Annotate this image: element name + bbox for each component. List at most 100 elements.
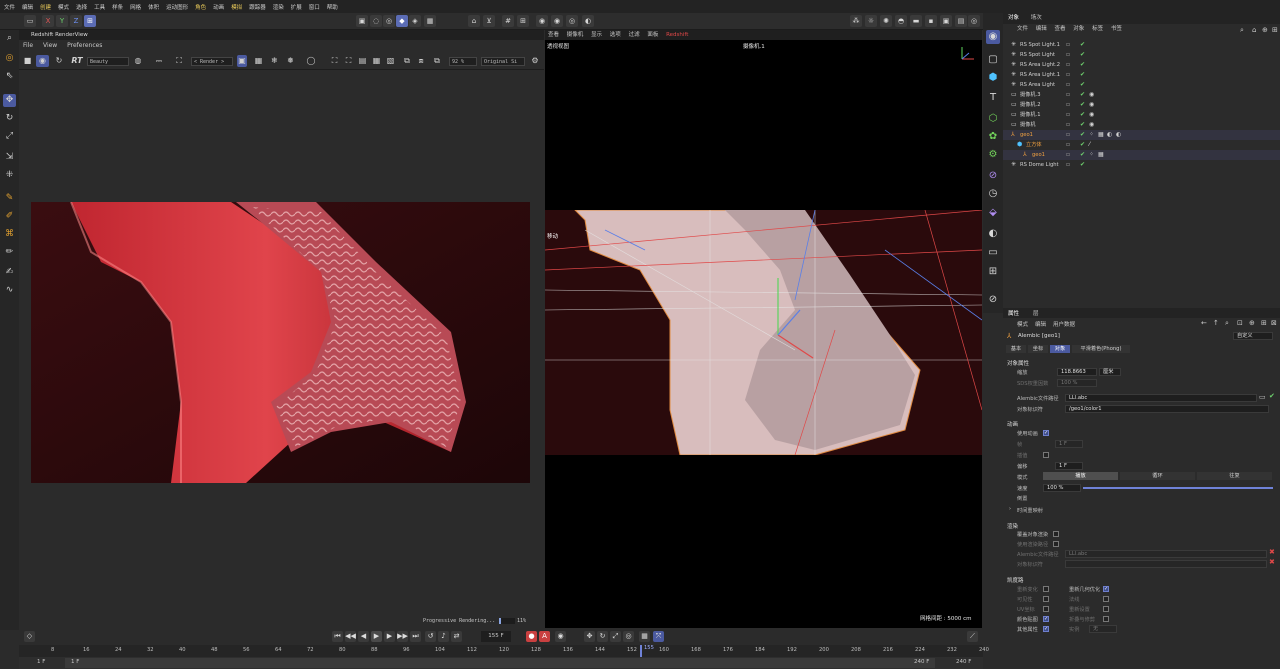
mode-pingpong[interactable]: 往复 (1197, 472, 1272, 480)
sound-icon[interactable]: ♪ (438, 631, 449, 642)
menu-item-3[interactable]: 模式 (58, 3, 69, 11)
scene-icon[interactable]: ⊞ (986, 265, 1000, 279)
layer-icon[interactable]: ▫ (1066, 50, 1070, 60)
snap-move-icon[interactable]: ⁜ (3, 169, 16, 182)
om-menu-file[interactable]: 文件 (1017, 26, 1028, 32)
magnet-icon[interactable]: ∿ (3, 284, 16, 297)
volume-icon[interactable]: ⬙ (986, 206, 1000, 220)
menu-item-15[interactable]: 扩展 (291, 3, 302, 11)
mode-play[interactable]: 播放 (1043, 472, 1118, 480)
viewport-panel[interactable]: 查看 摄像机 显示 选项 过滤 面板 Redshift 透视视图 摄像机.1 移… (545, 30, 982, 628)
gen-right-checkbox[interactable] (1103, 616, 1109, 622)
snowflake-icon[interactable]: ❄ (269, 55, 280, 67)
tag-icon[interactable]: ⁘ (1089, 130, 1094, 140)
camera-tag-icon[interactable]: ◉ (1089, 110, 1094, 120)
menu-item-6[interactable]: 样条 (112, 3, 123, 11)
speed-slider[interactable] (1083, 487, 1273, 489)
interp-checkbox[interactable] (1043, 452, 1049, 458)
fps-icon[interactable]: ⇄ (451, 631, 462, 642)
tab-attributes[interactable]: 属性 (1008, 309, 1019, 317)
menu-item-12[interactable]: 模拟 (231, 3, 242, 11)
viewport-scene[interactable]: 移动 (545, 210, 982, 455)
r-object-id-clear-icon[interactable]: ✖ (1269, 558, 1275, 566)
vp-menu-display[interactable]: 显示 (591, 32, 602, 38)
brush-icon[interactable]: ✏ (3, 246, 16, 259)
layer-icon[interactable]: ▫ (1066, 100, 1070, 110)
timeline-ruler[interactable]: 8 16 24 32 40 48 56 64 72 80 88 96 104 112 120 128 136 14… (19, 645, 989, 657)
key-pos-icon[interactable]: ✥ (584, 631, 595, 642)
snowflake-alt-icon[interactable]: ❅ (285, 55, 296, 67)
object-row[interactable]: ✳ RS Area Light ▫ ✔ (1003, 80, 1280, 90)
camera-icon[interactable]: ▪ (925, 15, 937, 27)
om-new-icon[interactable]: ⊕ (1262, 26, 1268, 34)
z-axis-lock-icon[interactable]: Z (70, 15, 82, 27)
lock-attr-icon[interactable]: ⊡ (1237, 319, 1243, 327)
aov-select[interactable]: Beauty (87, 57, 129, 66)
uv-mode-icon[interactable]: ◈ (409, 15, 421, 27)
rt-toggle[interactable]: RT (69, 55, 85, 67)
menu-item-4[interactable]: 选择 (76, 3, 87, 11)
range-end-right[interactable]: 240 F (956, 659, 971, 665)
layer-icon[interactable]: ▫ (1066, 60, 1070, 70)
generator-icon[interactable]: ⬡ (986, 112, 1000, 126)
sds-input[interactable]: 100 % (1057, 379, 1097, 387)
use-anim-checkbox[interactable]: ✓ (1043, 430, 1049, 436)
object-row[interactable]: ✳ RS Area Light.2 ▫ ✔ (1003, 60, 1280, 70)
render-image[interactable] (31, 202, 530, 483)
object-row[interactable]: ⬢ 立方体 ▫ ✔ ⁄ (1003, 140, 1280, 150)
object-row[interactable]: ✳ RS Spot Light ▫ ✔ (1003, 50, 1280, 60)
close-attr-icon[interactable]: ⊠ (1271, 319, 1277, 327)
override-checkbox[interactable] (1053, 531, 1059, 537)
pen-icon[interactable]: ⊘ (986, 293, 1000, 307)
om-home-icon[interactable]: ⌂ (1252, 26, 1256, 34)
layer-icon[interactable]: ▫ (1066, 80, 1070, 90)
om-menu-object[interactable]: 对象 (1073, 26, 1084, 32)
gen-left-checkbox[interactable] (1043, 596, 1049, 602)
om-menu-bookmarks[interactable]: 书签 (1111, 26, 1122, 32)
render-button[interactable]: ◉ (36, 55, 49, 67)
menu-item-2[interactable]: 创建 (40, 3, 51, 11)
circle-icon[interactable]: ◯ (305, 55, 317, 67)
subtab-object[interactable]: 对象 (1050, 345, 1070, 353)
camera-obj-icon[interactable]: ▭ (986, 246, 1000, 260)
spline-pen-icon[interactable]: ✎ (3, 192, 16, 205)
tag-icon[interactable]: ⁘ (1089, 150, 1094, 160)
workplane-icon[interactable]: ⊞ (517, 15, 529, 27)
enabled-check-icon[interactable]: ✔ (1080, 140, 1085, 150)
render-mode-select[interactable]: < Render > (191, 57, 233, 66)
menu-item-5[interactable]: 工具 (94, 3, 105, 11)
new-attr-icon[interactable]: ⊕ (1249, 319, 1255, 327)
cube-icon[interactable]: ⬢ (986, 71, 1000, 85)
scale-input[interactable]: 118.8663 (1057, 368, 1097, 376)
key-pla-icon[interactable]: ▦ (639, 631, 650, 642)
menu-item-7[interactable]: 网格 (130, 3, 141, 11)
key-scale-icon[interactable]: ⤢ (610, 631, 621, 642)
grid-snap-icon[interactable]: ▦ (253, 55, 264, 67)
object-row[interactable]: ✳ RS Spot Light.1 ▫ ✔ (1003, 40, 1280, 50)
speed-input[interactable]: 100 % (1043, 484, 1081, 492)
om-filter-icon[interactable]: ⊞ (1272, 26, 1278, 34)
coord-system-icon[interactable]: ⊞ (84, 15, 96, 27)
om-menu-edit[interactable]: 编辑 (1036, 26, 1047, 32)
key-rot-icon[interactable]: ↻ (597, 631, 608, 642)
snap-icon[interactable]: ⌂ (468, 15, 480, 27)
enabled-check-icon[interactable]: ✔ (1080, 70, 1085, 80)
grid-icon[interactable]: # (502, 15, 514, 27)
rs-settings-icon[interactable]: ◎ (968, 15, 980, 27)
plane-icon[interactable]: ▢ (986, 53, 1000, 67)
crop-icon[interactable]: ⛶ (173, 55, 185, 67)
material-icon[interactable]: ▬ (910, 15, 922, 27)
camera-tool-icon[interactable]: ◉ (986, 30, 1000, 44)
image-icon[interactable]: ▦ (371, 55, 382, 67)
text-icon[interactable]: T (986, 91, 1000, 105)
snapshot-icon[interactable]: ▧ (385, 55, 396, 67)
use-default-checkbox[interactable] (1053, 541, 1059, 547)
object-id-input[interactable]: /geo1/color1 (1065, 405, 1269, 413)
tab-layers[interactable]: 层 (1033, 309, 1039, 317)
range-start-right[interactable]: 1 F (71, 659, 79, 665)
go-start-icon[interactable]: ⏮ (332, 631, 343, 642)
vp-menu-camera[interactable]: 摄像机 (567, 32, 584, 38)
r-alembic-input[interactable]: LLl.abc (1065, 550, 1267, 558)
menu-item-9[interactable]: 运动图形 (166, 3, 188, 11)
live-select-icon[interactable]: ◎ (3, 52, 16, 65)
